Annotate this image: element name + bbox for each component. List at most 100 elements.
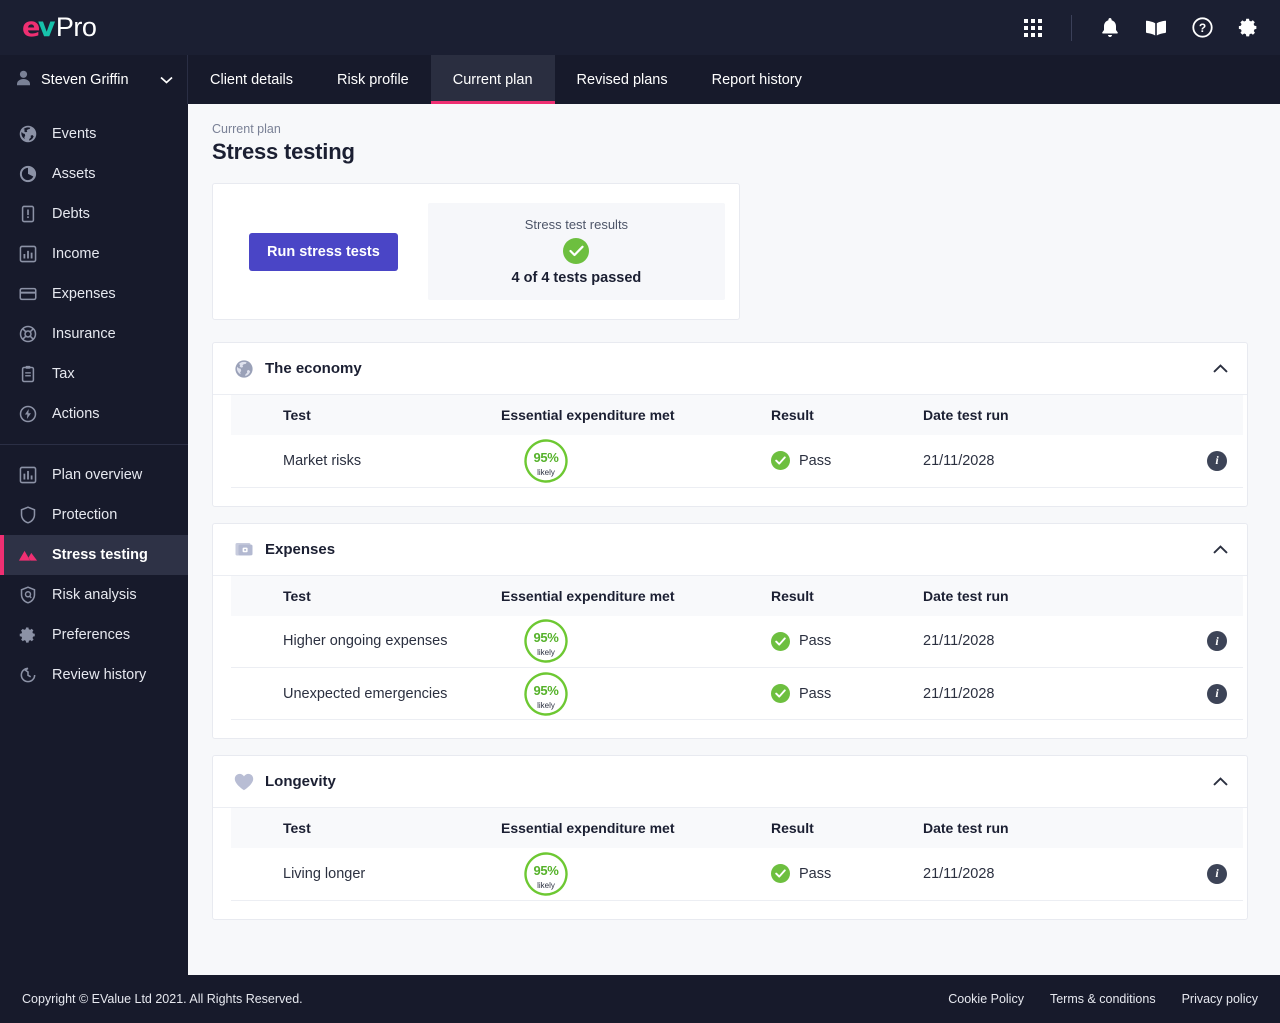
- breadcrumb: Current plan: [212, 122, 281, 136]
- gauge-caption: likely: [537, 467, 555, 477]
- cell-date: 21/11/2028: [923, 435, 1153, 488]
- cell-info: i: [1153, 848, 1243, 901]
- cell-expenditure: 95% likely: [501, 615, 771, 668]
- user-name: Steven Griffin: [41, 71, 129, 88]
- likelihood-gauge: 95% likely: [523, 618, 569, 664]
- book-icon[interactable]: [1144, 16, 1168, 40]
- sidebar-item-insurance[interactable]: Insurance: [0, 314, 188, 354]
- footer-links: Cookie Policy Terms & conditions Privacy…: [948, 992, 1258, 1006]
- gear-icon[interactable]: [1236, 16, 1260, 40]
- sidebar-item-expenses[interactable]: Expenses: [0, 274, 188, 314]
- cell-test-name: Unexpected emergencies: [231, 667, 501, 720]
- stress-test-table: Test Essential expenditure met Result Da…: [231, 808, 1243, 901]
- section-table-wrap: Test Essential expenditure met Result Da…: [213, 395, 1247, 506]
- footer-link-cookie-policy[interactable]: Cookie Policy: [948, 992, 1024, 1006]
- sidebar-item-income[interactable]: Income: [0, 234, 188, 274]
- footer-link-privacy[interactable]: Privacy policy: [1182, 992, 1258, 1006]
- cell-expenditure: 95% likely: [501, 667, 771, 720]
- gauge-value: 95%: [533, 862, 559, 878]
- sidebar-item-protection[interactable]: Protection: [0, 495, 188, 535]
- sidebar-item-review-history[interactable]: Review history: [0, 655, 188, 695]
- section-header[interactable]: The economy: [213, 343, 1247, 395]
- chart-icon: [18, 465, 38, 485]
- document-alert-icon: [18, 204, 38, 224]
- shield-icon: [18, 505, 38, 525]
- cell-date: 21/11/2028: [923, 667, 1153, 720]
- sidebar-item-plan-overview[interactable]: Plan overview: [0, 455, 188, 495]
- pass-check-icon: [771, 684, 790, 703]
- col-header-result: Result: [771, 395, 923, 435]
- stress-test-table: Test Essential expenditure met Result Da…: [231, 395, 1243, 488]
- col-header-test: Test: [231, 575, 501, 616]
- apps-grid-icon[interactable]: [1021, 16, 1045, 40]
- shield-target-icon: [18, 585, 38, 605]
- sidebar-item-label: Preferences: [52, 627, 131, 643]
- section-header[interactable]: Longevity: [213, 756, 1247, 808]
- cell-info: i: [1153, 667, 1243, 720]
- history-clock-icon: [18, 665, 38, 685]
- cell-result: Pass: [771, 848, 923, 901]
- sidebar-item-actions[interactable]: Actions: [0, 394, 188, 434]
- cell-test-name: Market risks: [231, 435, 501, 488]
- sidebar-item-label: Expenses: [52, 286, 116, 302]
- help-circle-icon[interactable]: ?: [1190, 16, 1214, 40]
- info-icon[interactable]: i: [1207, 683, 1227, 704]
- stress-test-table: Test Essential expenditure met Result Da…: [231, 575, 1243, 720]
- sidebar-item-debts[interactable]: Debts: [0, 194, 188, 234]
- info-icon[interactable]: i: [1207, 631, 1227, 652]
- footer-link-terms[interactable]: Terms & conditions: [1050, 992, 1156, 1006]
- table-head: Test Essential expenditure met Result Da…: [231, 575, 1243, 616]
- col-header-date: Date test run: [923, 808, 1153, 848]
- tab-client-details[interactable]: Client details: [188, 55, 315, 104]
- bell-icon[interactable]: [1098, 16, 1122, 40]
- col-header-date: Date test run: [923, 575, 1153, 616]
- sidebar-item-label: Risk analysis: [52, 587, 137, 603]
- chevron-up-icon[interactable]: [1211, 540, 1229, 558]
- chevron-up-icon[interactable]: [1211, 773, 1229, 791]
- tab-risk-profile[interactable]: Risk profile: [315, 55, 431, 104]
- tab-report-history[interactable]: Report history: [690, 55, 824, 104]
- sidebar-item-label: Income: [52, 246, 100, 262]
- table-head: Test Essential expenditure met Result Da…: [231, 808, 1243, 848]
- page-title: Stress testing: [212, 139, 355, 164]
- tab-current-plan[interactable]: Current plan: [430, 55, 555, 104]
- svg-text:?: ?: [1198, 21, 1205, 35]
- cell-test-name: Living longer: [231, 848, 501, 901]
- cell-result: Pass: [771, 435, 923, 488]
- gauge-value: 95%: [533, 682, 559, 698]
- col-header-result: Result: [771, 808, 923, 848]
- run-stress-tests-button[interactable]: Run stress tests: [249, 232, 398, 271]
- col-header-expenditure: Essential expenditure met: [501, 808, 771, 848]
- sidebar-item-events[interactable]: Events: [0, 114, 188, 154]
- table-body: Market risks 95% likely Pass 21/11/2028 …: [231, 435, 1243, 488]
- result-text: Pass: [799, 633, 832, 650]
- cell-expenditure: 95% likely: [501, 435, 771, 488]
- info-icon[interactable]: i: [1207, 450, 1227, 471]
- heart-icon: [233, 771, 255, 793]
- sidebar-item-tax[interactable]: Tax: [0, 354, 188, 394]
- chevron-down-icon: [160, 72, 173, 88]
- sidebar-item-risk-analysis[interactable]: Risk analysis: [0, 575, 188, 615]
- top-bar-divider: [1071, 14, 1072, 41]
- gauge-caption: likely: [537, 700, 555, 710]
- sidebar-divider: [0, 444, 188, 445]
- card-icon: [18, 284, 38, 304]
- sidebar: Events Assets Debts Income Expenses Insu…: [0, 104, 188, 975]
- user-menu[interactable]: Steven Griffin: [0, 55, 188, 104]
- nav-row: Steven Griffin Client details Risk profi…: [0, 55, 1280, 104]
- results-label: Stress test results: [524, 217, 629, 232]
- lifebuoy-icon: [18, 324, 38, 344]
- section-header[interactable]: Expenses: [213, 524, 1247, 576]
- cell-info: i: [1153, 435, 1243, 488]
- app-logo[interactable]: e v Pro: [22, 12, 97, 43]
- sidebar-item-preferences[interactable]: Preferences: [0, 615, 188, 655]
- cell-expenditure: 95% likely: [501, 848, 771, 901]
- sidebar-item-assets[interactable]: Assets: [0, 154, 188, 194]
- tab-revised-plans[interactable]: Revised plans: [555, 55, 690, 104]
- bar-chart-icon: [18, 244, 38, 264]
- info-icon[interactable]: i: [1207, 863, 1227, 884]
- chevron-up-icon[interactable]: [1211, 360, 1229, 378]
- col-header-test: Test: [231, 395, 501, 435]
- globe-icon: [233, 358, 255, 380]
- sidebar-item-stress-testing[interactable]: Stress testing: [0, 535, 188, 575]
